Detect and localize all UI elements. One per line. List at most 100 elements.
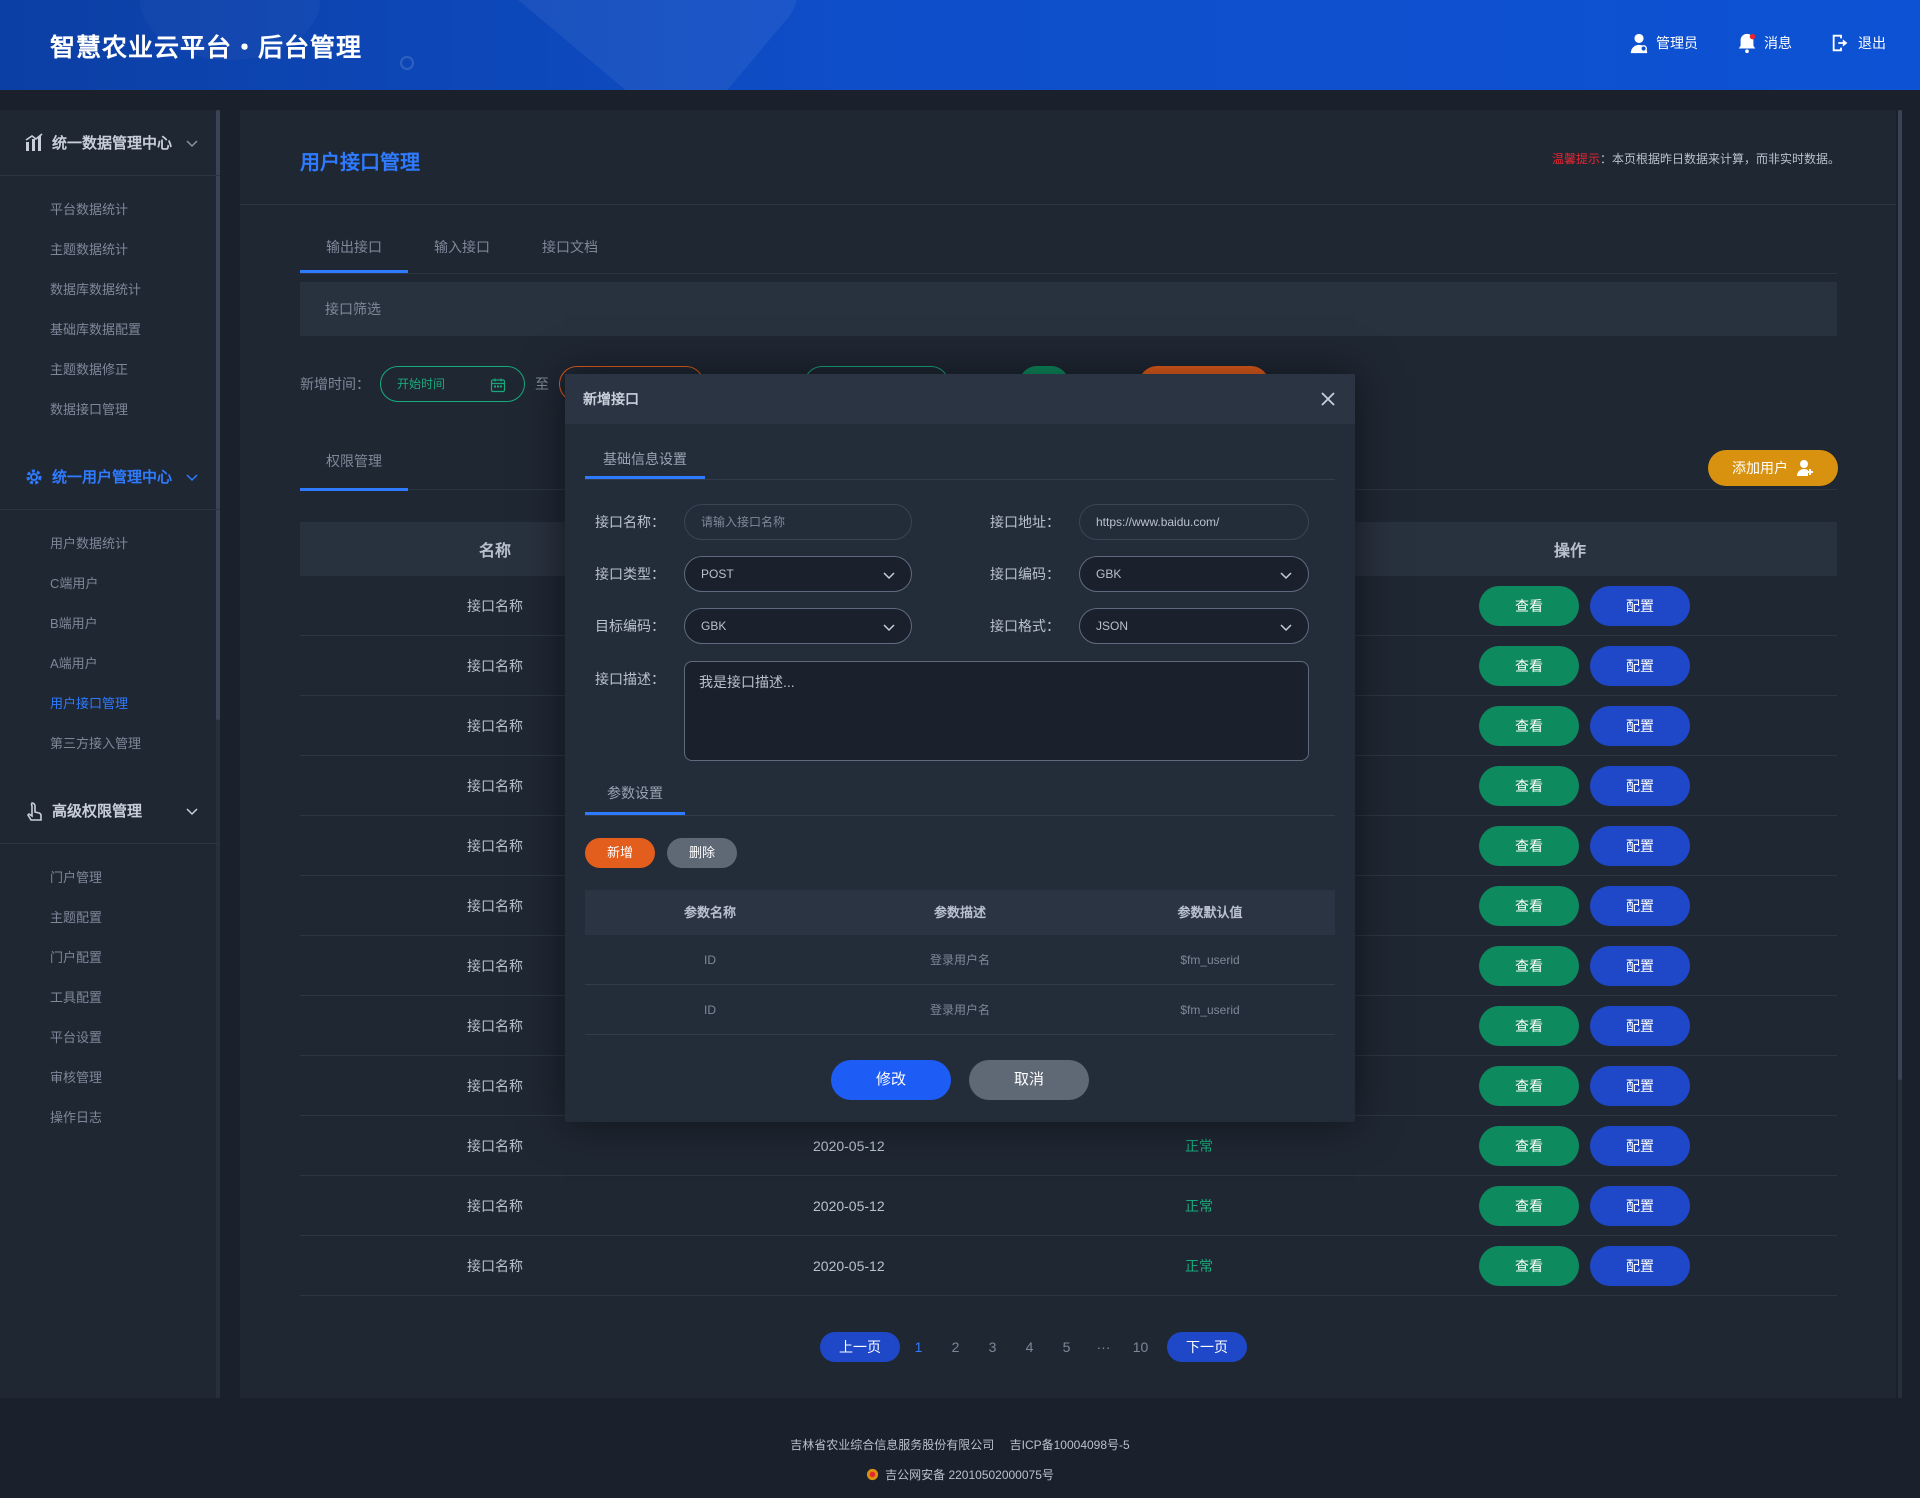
view-button[interactable]: 查看	[1479, 1006, 1579, 1046]
sidebar-group-permission-header[interactable]: 高级权限管理	[0, 778, 220, 844]
footer: 吉林省农业综合信息服务股份有限公司 吉ICP备10004098号-5 吉公网安备…	[0, 1418, 1920, 1498]
delete-param-button[interactable]: 删除	[667, 838, 737, 868]
sidebar-group-data-header[interactable]: 统一数据管理中心	[0, 110, 220, 176]
view-button[interactable]: 查看	[1479, 586, 1579, 626]
sidebar-item-a-users[interactable]: A端用户	[0, 644, 220, 684]
config-button[interactable]: 配置	[1590, 1126, 1690, 1166]
config-button[interactable]: 配置	[1590, 646, 1690, 686]
sidebar-item-portal-config[interactable]: 门户配置	[0, 938, 220, 978]
footer-security: 吉公网安备 22010502000075号	[0, 1466, 1920, 1483]
sidebar-group-title: 统一用户管理中心	[52, 469, 173, 486]
sidebar-item-platform-stats[interactable]: 平台数据统计	[0, 190, 220, 230]
row-name: 接口名称	[467, 1258, 523, 1274]
cancel-button[interactable]: 取消	[969, 1060, 1089, 1100]
view-button[interactable]: 查看	[1479, 646, 1579, 686]
sidebar-group-user: 统一用户管理中心 用户数据统计 C端用户 B端用户 A端用户 用户接口管理 第三…	[0, 444, 220, 778]
config-button[interactable]: 配置	[1590, 886, 1690, 926]
next-page-button[interactable]: 下一页	[1167, 1332, 1247, 1362]
view-button[interactable]: 查看	[1479, 766, 1579, 806]
desc-textarea[interactable]: 我是接口描述...	[684, 661, 1309, 761]
sidebar-item-b-users[interactable]: B端用户	[0, 604, 220, 644]
view-button[interactable]: 查看	[1479, 826, 1579, 866]
add-user-label: 添加用户	[1732, 460, 1788, 476]
tab-params[interactable]: 参数设置	[585, 774, 685, 815]
tab-docs[interactable]: 接口文档	[516, 222, 624, 273]
admin-button[interactable]: 管理员	[1628, 32, 1698, 54]
view-button[interactable]: 查看	[1479, 946, 1579, 986]
sidebar-item-third-party[interactable]: 第三方接入管理	[0, 724, 220, 764]
sidebar-item-operation-log[interactable]: 操作日志	[0, 1098, 220, 1138]
page-1[interactable]: 1	[900, 1339, 937, 1355]
view-button[interactable]: 查看	[1479, 886, 1579, 926]
main-scrollbar[interactable]	[1898, 110, 1902, 1398]
add-user-button[interactable]: 添加用户	[1708, 450, 1838, 486]
save-button[interactable]: 修改	[831, 1060, 951, 1100]
sidebar-group-user-header[interactable]: 统一用户管理中心	[0, 444, 220, 510]
page-2[interactable]: 2	[937, 1339, 974, 1355]
config-button[interactable]: 配置	[1590, 1246, 1690, 1286]
start-date-placeholder: 开始时间	[397, 377, 446, 391]
message-button[interactable]: 消息	[1736, 32, 1792, 54]
encoding-select[interactable]: GBK	[1079, 556, 1309, 592]
sidebar-item-topic-stats[interactable]: 主题数据统计	[0, 230, 220, 270]
start-date-input[interactable]: 开始时间	[380, 366, 525, 402]
config-button[interactable]: 配置	[1590, 586, 1690, 626]
config-button[interactable]: 配置	[1590, 946, 1690, 986]
page-3[interactable]: 3	[974, 1339, 1011, 1355]
page-title: 用户接口管理	[300, 152, 420, 174]
chevron-down-icon	[186, 139, 198, 147]
notice-tip: 温馨提示：本页根据昨日数据来计算，而非实时数据。	[1552, 150, 1840, 167]
close-icon[interactable]	[1319, 390, 1337, 408]
param-row[interactable]: ID 登录用户名 $fm_userid	[585, 985, 1335, 1035]
view-button[interactable]: 查看	[1479, 706, 1579, 746]
page-4[interactable]: 4	[1011, 1339, 1048, 1355]
sidebar-item-portal[interactable]: 门户管理	[0, 858, 220, 898]
sidebar-item-review[interactable]: 审核管理	[0, 1058, 220, 1098]
tab-permission[interactable]: 权限管理	[300, 434, 408, 491]
name-input[interactable]: 请输入接口名称	[684, 504, 912, 540]
type-select[interactable]: POST	[684, 556, 912, 592]
header-actions: 管理员 消息 退出	[1628, 32, 1886, 54]
sidebar-item-topic-fix[interactable]: 主题数据修正	[0, 350, 220, 390]
prev-page-button[interactable]: 上一页	[820, 1332, 900, 1362]
view-button[interactable]: 查看	[1479, 1186, 1579, 1226]
config-button[interactable]: 配置	[1590, 766, 1690, 806]
sidebar-item-platform-settings[interactable]: 平台设置	[0, 1018, 220, 1058]
logout-button[interactable]: 退出	[1830, 32, 1886, 54]
config-button[interactable]: 配置	[1590, 1006, 1690, 1046]
sidebar-item-db-stats[interactable]: 数据库数据统计	[0, 270, 220, 310]
view-button[interactable]: 查看	[1479, 1126, 1579, 1166]
message-label: 消息	[1764, 35, 1792, 51]
target-select[interactable]: GBK	[684, 608, 912, 644]
page-5[interactable]: 5	[1048, 1339, 1085, 1355]
header-action: 操作	[1553, 543, 1586, 560]
tab-output[interactable]: 输出接口	[300, 222, 408, 273]
modal-header: 新增接口	[565, 374, 1355, 424]
filter-date-label: 新增时间：	[300, 376, 370, 392]
tab-input[interactable]: 输入接口	[408, 222, 516, 273]
admin-label: 管理员	[1656, 35, 1698, 51]
target-value: GBK	[701, 619, 727, 633]
config-button[interactable]: 配置	[1590, 1186, 1690, 1226]
footer-company: 吉林省农业综合信息服务股份有限公司 吉ICP备10004098号-5	[790, 1438, 1130, 1452]
sidebar-item-tool-config[interactable]: 工具配置	[0, 978, 220, 1018]
param-default: $fm_userid	[1180, 953, 1240, 967]
view-button[interactable]: 查看	[1479, 1066, 1579, 1106]
sidebar-item-base-config[interactable]: 基础库数据配置	[0, 310, 220, 350]
url-input[interactable]: https://www.baidu.com/	[1079, 504, 1309, 540]
sidebar-item-data-api[interactable]: 数据接口管理	[0, 390, 220, 430]
sidebar-item-c-users[interactable]: C端用户	[0, 564, 220, 604]
view-button[interactable]: 查看	[1479, 1246, 1579, 1286]
sidebar-item-theme-config[interactable]: 主题配置	[0, 898, 220, 938]
page-10[interactable]: 10	[1122, 1339, 1159, 1355]
format-select[interactable]: JSON	[1079, 608, 1309, 644]
config-button[interactable]: 配置	[1590, 826, 1690, 866]
config-button[interactable]: 配置	[1590, 706, 1690, 746]
chevron-down-icon	[186, 807, 198, 815]
sidebar-item-user-api[interactable]: 用户接口管理	[0, 684, 220, 724]
tab-basic-info[interactable]: 基础信息设置	[585, 442, 705, 479]
add-param-button[interactable]: 新增	[585, 838, 655, 868]
param-row[interactable]: ID 登录用户名 $fm_userid	[585, 935, 1335, 985]
sidebar-item-user-stats[interactable]: 用户数据统计	[0, 524, 220, 564]
config-button[interactable]: 配置	[1590, 1066, 1690, 1106]
